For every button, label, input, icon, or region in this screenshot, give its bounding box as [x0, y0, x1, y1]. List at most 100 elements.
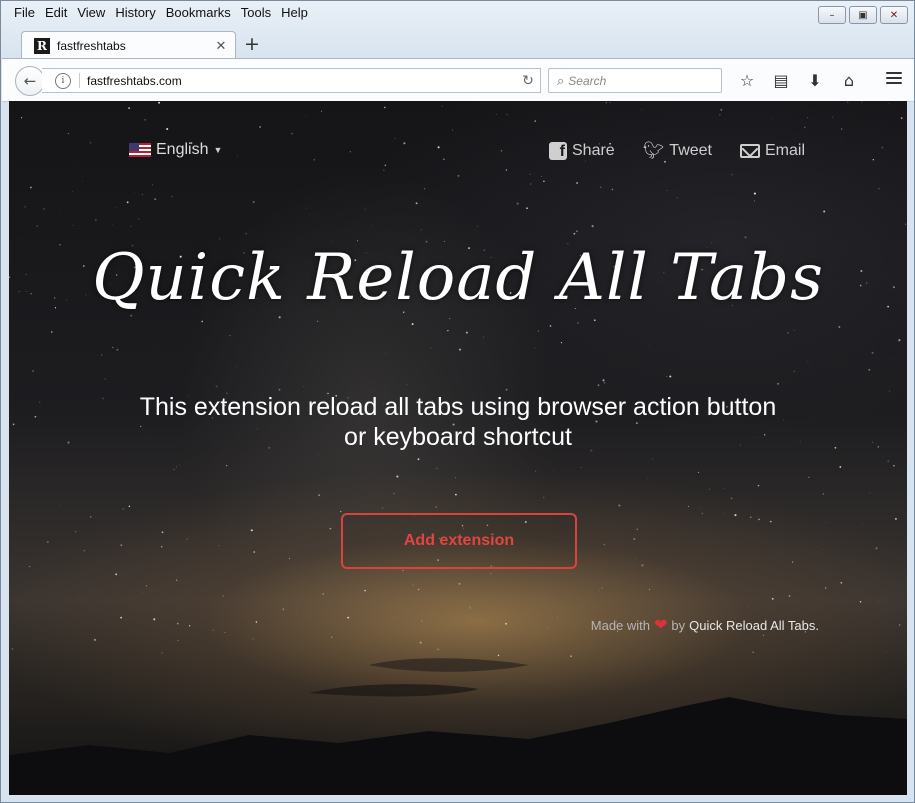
star [421, 620, 423, 622]
star [465, 331, 468, 334]
star [699, 508, 701, 510]
search-input[interactable]: ⌕ Search [548, 68, 722, 93]
star [215, 385, 218, 388]
star [212, 629, 214, 631]
star [893, 465, 895, 467]
star [321, 110, 323, 112]
star [382, 507, 384, 509]
back-arrow-icon[interactable]: ← [15, 66, 45, 96]
star [133, 192, 135, 193]
star-icon[interactable]: ☆ [730, 69, 764, 91]
star [859, 600, 862, 603]
tweet-link[interactable]: 🐦︎ Tweet [643, 141, 712, 161]
star [171, 195, 173, 198]
star [245, 232, 247, 235]
star [875, 547, 878, 550]
star [664, 160, 666, 163]
menu-help[interactable]: Help [276, 3, 313, 23]
menu-icon[interactable] [886, 70, 902, 86]
star [160, 121, 161, 123]
star [676, 196, 679, 199]
star [709, 488, 710, 490]
language-selector[interactable]: English ▼ [129, 141, 222, 159]
star [847, 101, 849, 103]
star [244, 498, 246, 500]
star [729, 331, 731, 333]
star [758, 518, 760, 521]
menu-history[interactable]: History [110, 3, 160, 23]
toolbar-icons: ☆ ▤ ⬇ ⌂ [730, 69, 866, 91]
menu-tools[interactable]: Tools [236, 3, 276, 23]
star [669, 375, 672, 378]
star [429, 347, 431, 349]
star [77, 162, 78, 163]
star [412, 584, 414, 586]
star [652, 458, 654, 460]
star [406, 384, 408, 385]
minimize-icon[interactable]: – [818, 6, 846, 24]
menu-edit[interactable]: Edit [40, 3, 72, 23]
star [869, 492, 871, 494]
star [878, 187, 880, 190]
star [609, 102, 611, 103]
star [20, 238, 22, 239]
new-tab-icon[interactable]: + [241, 33, 263, 55]
star [771, 597, 774, 600]
menu-file[interactable]: File [9, 3, 40, 23]
star [787, 332, 789, 334]
info-icon[interactable]: i [55, 72, 71, 89]
star [160, 545, 163, 548]
browser-tab[interactable]: R fastfreshtabs ✕ [21, 31, 236, 60]
star [226, 465, 228, 467]
maximize-icon[interactable]: ▣ [849, 6, 877, 24]
star [458, 582, 461, 585]
star [417, 588, 420, 591]
download-icon[interactable]: ⬇ [798, 69, 832, 91]
reading-list-icon[interactable]: ▤ [764, 69, 798, 91]
star [840, 581, 843, 584]
star [94, 218, 97, 221]
app-name-link[interactable]: Quick Reload All Tabs. [689, 618, 819, 633]
star [757, 484, 760, 487]
star [641, 564, 644, 567]
close-icon[interactable]: ✕ [880, 6, 908, 24]
star [151, 184, 153, 186]
star [898, 339, 901, 342]
star [60, 505, 61, 506]
star [120, 544, 123, 547]
star [384, 164, 387, 167]
url-text[interactable]: fastfreshtabs.com [87, 74, 516, 88]
star [506, 114, 508, 115]
star [243, 626, 245, 628]
add-extension-button[interactable]: Add extension [341, 513, 577, 569]
tab-close-icon[interactable]: ✕ [211, 38, 231, 54]
star [288, 557, 291, 560]
email-link[interactable]: Email [739, 141, 805, 161]
star [349, 151, 352, 153]
star [278, 388, 281, 391]
menu-view[interactable]: View [72, 3, 110, 23]
star [648, 345, 650, 347]
star [529, 173, 531, 175]
star [646, 478, 648, 479]
star [731, 174, 733, 176]
star [597, 384, 600, 387]
star [347, 616, 350, 619]
star [322, 593, 325, 595]
star [12, 423, 15, 426]
address-bar[interactable]: i fastfreshtabs.com ↻ [42, 68, 541, 93]
star [666, 376, 668, 378]
star [34, 415, 37, 418]
favicon-icon: R [34, 38, 50, 54]
share-link[interactable]: f Share [549, 141, 615, 161]
star [872, 441, 874, 443]
star [687, 505, 689, 508]
facebook-icon: f [549, 142, 567, 160]
window-controls: – ▣ ✕ [818, 6, 908, 24]
star [115, 206, 116, 208]
reload-icon[interactable]: ↻ [516, 72, 540, 89]
menu-bookmarks[interactable]: Bookmarks [161, 3, 236, 23]
home-icon[interactable]: ⌂ [832, 69, 866, 91]
page-description: This extension reload all tabs using bro… [89, 392, 827, 452]
star [36, 224, 39, 228]
